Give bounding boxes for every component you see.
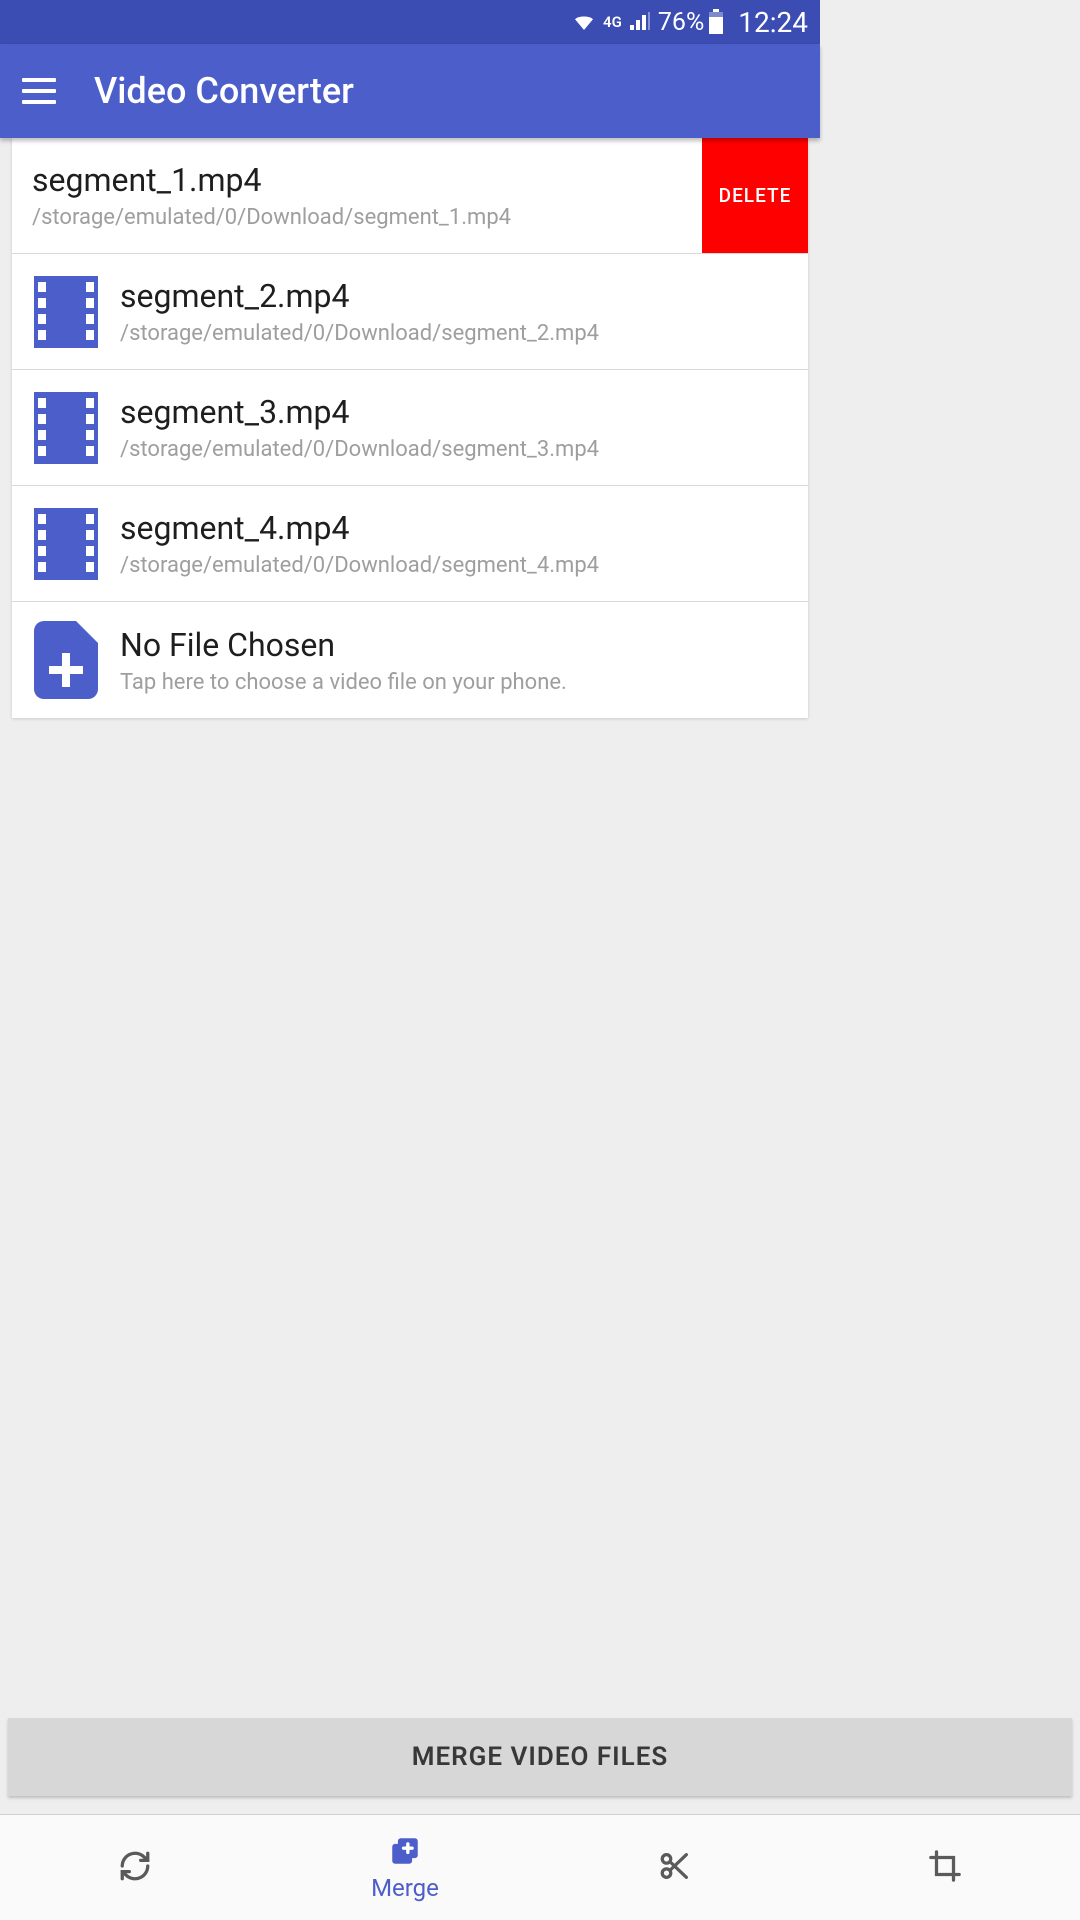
film-icon [12, 276, 120, 348]
signal-icon [630, 8, 650, 37]
file-row[interactable]: segment_4.mp4 /storage/emulated/0/Downlo… [12, 486, 808, 602]
file-name: segment_3.mp4 [120, 393, 796, 431]
delete-button[interactable]: DELETE [702, 138, 808, 253]
film-icon [12, 392, 120, 464]
file-list: segment_1.mp4 /storage/emulated/0/Downlo… [12, 138, 808, 718]
network-label: 4G [603, 13, 622, 31]
menu-icon[interactable] [22, 78, 56, 104]
file-path: /storage/emulated/0/Download/segment_4.m… [120, 553, 796, 578]
file-path: /storage/emulated/0/Download/segment_2.m… [120, 321, 796, 346]
status-bar: 4G 76% 12:24 [0, 0, 820, 44]
file-row[interactable]: segment_3.mp4 /storage/emulated/0/Downlo… [12, 370, 808, 486]
merge-icon [388, 1834, 422, 1872]
file-path: /storage/emulated/0/Download/segment_1.m… [32, 205, 690, 230]
nav-merge[interactable]: Merge [270, 1834, 540, 1902]
file-row[interactable]: segment_2.mp4 /storage/emulated/0/Downlo… [12, 254, 808, 370]
battery-percent: 76% [658, 8, 704, 37]
battery-indicator: 76% [658, 8, 724, 37]
chooser-subtitle: Tap here to choose a video file on your … [120, 670, 796, 695]
file-name: segment_4.mp4 [120, 509, 796, 547]
add-file-row[interactable]: No File Chosen Tap here to choose a vide… [12, 602, 808, 718]
wifi-icon [573, 8, 595, 37]
nav-crop[interactable] [810, 1849, 1080, 1887]
refresh-icon [118, 1849, 152, 1887]
clock: 12:24 [738, 6, 808, 39]
merge-button[interactable]: MERGE VIDEO FILES [8, 1718, 1072, 1796]
add-file-icon [12, 621, 120, 699]
crop-icon [928, 1849, 962, 1887]
file-name: segment_1.mp4 [32, 161, 690, 199]
nav-merge-label: Merge [371, 1874, 439, 1902]
chooser-title: No File Chosen [120, 626, 796, 664]
file-path: /storage/emulated/0/Download/segment_3.m… [120, 437, 796, 462]
scissors-icon [658, 1849, 692, 1887]
app-bar: Video Converter [0, 44, 820, 138]
file-row[interactable]: segment_1.mp4 /storage/emulated/0/Downlo… [12, 138, 808, 254]
app-title: Video Converter [94, 70, 354, 112]
nav-cut[interactable] [540, 1849, 810, 1887]
file-name: segment_2.mp4 [120, 277, 796, 315]
bottom-nav: Merge [0, 1814, 1080, 1920]
nav-convert[interactable] [0, 1849, 270, 1887]
film-icon [12, 508, 120, 580]
